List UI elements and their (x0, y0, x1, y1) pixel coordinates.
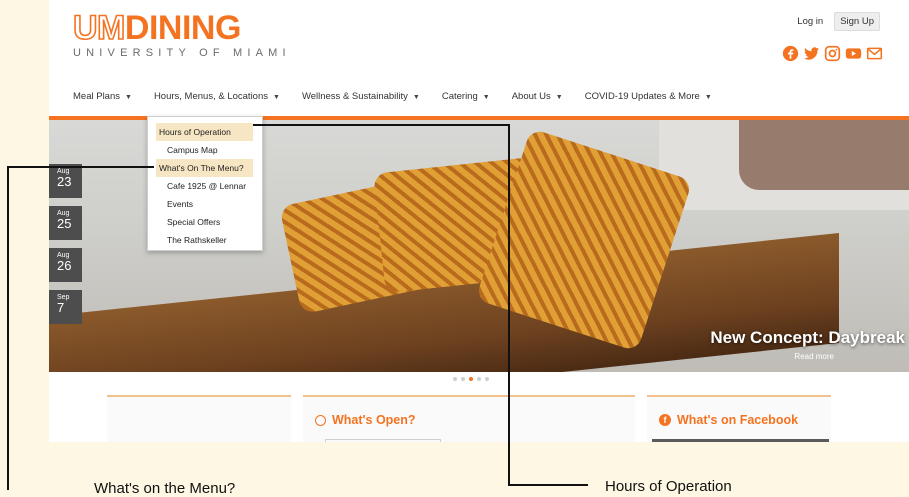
read-more-link[interactable]: Read more (710, 352, 834, 361)
nav-wellness[interactable]: Wellness & Sustainability ▼ (302, 91, 420, 102)
event-date[interactable]: Sep 7 (49, 290, 82, 324)
dropdown-item-events[interactable]: Events (156, 195, 253, 213)
event-date[interactable]: Aug 25 (49, 206, 82, 240)
event-date[interactable]: Aug 26 (49, 248, 82, 282)
youtube-icon[interactable] (845, 45, 862, 62)
twitter-icon[interactable] (803, 45, 820, 62)
callout-menu-label: What's on the Menu? (94, 480, 236, 497)
instagram-icon[interactable] (824, 45, 841, 62)
facebook-panel: f What's on Facebook (647, 395, 831, 442)
callout-line (7, 166, 9, 490)
auth-links: Log in Sign Up (792, 12, 880, 31)
website-frame: UMDINING UNIVERSITY OF MIAMI Log in Sign… (49, 0, 909, 442)
dropdown-item-cafe-1925[interactable]: Cafe 1925 @ Lennar (156, 177, 253, 195)
facebook-heading: What's on Facebook (677, 413, 799, 427)
chevron-down-icon: ▼ (482, 94, 490, 101)
logo-subtitle: UNIVERSITY OF MIAMI (73, 47, 291, 59)
mail-icon[interactable] (866, 45, 883, 62)
social-icons (782, 45, 883, 62)
hero-background-chair (739, 120, 909, 190)
logo-um: UM (72, 9, 126, 47)
carousel-dot[interactable] (461, 377, 465, 381)
main-nav: Meal Plans ▼ Hours, Menus, & Locations ▼ W… (73, 91, 734, 102)
chevron-down-icon: ▼ (412, 94, 420, 101)
hero-title: New Concept: Daybreak (710, 328, 905, 347)
logo-dining: DINING (124, 9, 242, 47)
carousel-dot[interactable] (453, 377, 457, 381)
info-panel (107, 395, 291, 442)
nav-catering[interactable]: Catering ▼ (442, 91, 490, 102)
event-date[interactable]: Aug 23 (49, 164, 82, 198)
hero-caption: New Concept: Daybreak Read more (710, 328, 909, 361)
callout-line (253, 124, 510, 126)
event-dates: Aug 23 Aug 25 Aug 26 Sep 7 (49, 164, 82, 324)
signup-button[interactable]: Sign Up (834, 12, 880, 31)
site-logo[interactable]: UMDINING UNIVERSITY OF MIAMI (72, 9, 291, 59)
callout-line (508, 484, 588, 486)
carousel-indicators (453, 377, 489, 381)
dropdown-item-special-offers[interactable]: Special Offers (156, 213, 253, 231)
callout-line (508, 124, 510, 486)
chevron-down-icon: ▼ (273, 94, 280, 101)
chevron-down-icon: ▼ (555, 94, 563, 101)
carousel-dot[interactable] (477, 377, 481, 381)
callout-line (7, 166, 154, 168)
facebook-icon: f (659, 414, 671, 426)
dropdown-item-campus-map[interactable]: Campus Map (156, 141, 253, 159)
carousel-dot-active[interactable] (469, 377, 473, 381)
dropdown-item-hours[interactable]: Hours of Operation (156, 123, 253, 141)
clock-icon (315, 414, 326, 426)
dropdown-item-menu[interactable]: What's On The Menu? (156, 159, 253, 177)
callout-hours-label: Hours of Operation (605, 478, 732, 495)
logo-wordmark: UMDINING (72, 9, 291, 47)
facebook-post-image[interactable] (652, 439, 829, 442)
login-link[interactable]: Log in (792, 13, 828, 30)
carousel-dot[interactable] (485, 377, 489, 381)
location-select[interactable] (325, 439, 441, 442)
chevron-down-icon: ▼ (704, 94, 712, 101)
whats-open-panel: What's Open? (303, 395, 635, 442)
dropdown-item-rathskeller[interactable]: The Rathskeller (156, 231, 253, 249)
chevron-down-icon: ▼ (125, 94, 132, 101)
nav-meal-plans[interactable]: Meal Plans ▼ (73, 91, 132, 102)
hours-menus-dropdown: Hours of Operation Campus Map What's On … (147, 116, 263, 251)
nav-hours-menus-locations[interactable]: Hours, Menus, & Locations ▼ (154, 91, 280, 102)
whats-open-heading: What's Open? (332, 413, 416, 427)
nav-about-us[interactable]: About Us ▼ (512, 91, 563, 102)
facebook-icon[interactable] (782, 45, 799, 62)
nav-covid-updates[interactable]: COVID-19 Updates & More ▼ (585, 91, 712, 102)
